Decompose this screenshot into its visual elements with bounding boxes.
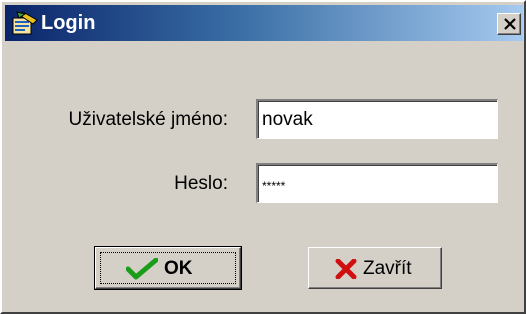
- ok-button-label: OK: [164, 258, 193, 279]
- title-bar[interactable]: Login: [5, 5, 523, 41]
- close-icon: [504, 18, 516, 30]
- username-input[interactable]: [256, 99, 498, 139]
- password-input[interactable]: [256, 163, 498, 203]
- login-dialog: Login Uživatelské jméno: Heslo: OK Zavří…: [0, 0, 526, 314]
- window-title: Login: [41, 12, 96, 34]
- checkmark-icon: [125, 257, 159, 285]
- close-button-label: Zavřít: [363, 258, 412, 279]
- ok-button[interactable]: OK: [94, 246, 242, 290]
- username-label: Uživatelské jméno:: [68, 109, 228, 130]
- cross-icon: [335, 258, 357, 284]
- window-close-button[interactable]: [497, 13, 521, 35]
- login-app-icon: [11, 10, 39, 36]
- password-label: Heslo:: [174, 173, 228, 194]
- close-button[interactable]: Zavřít: [308, 247, 442, 289]
